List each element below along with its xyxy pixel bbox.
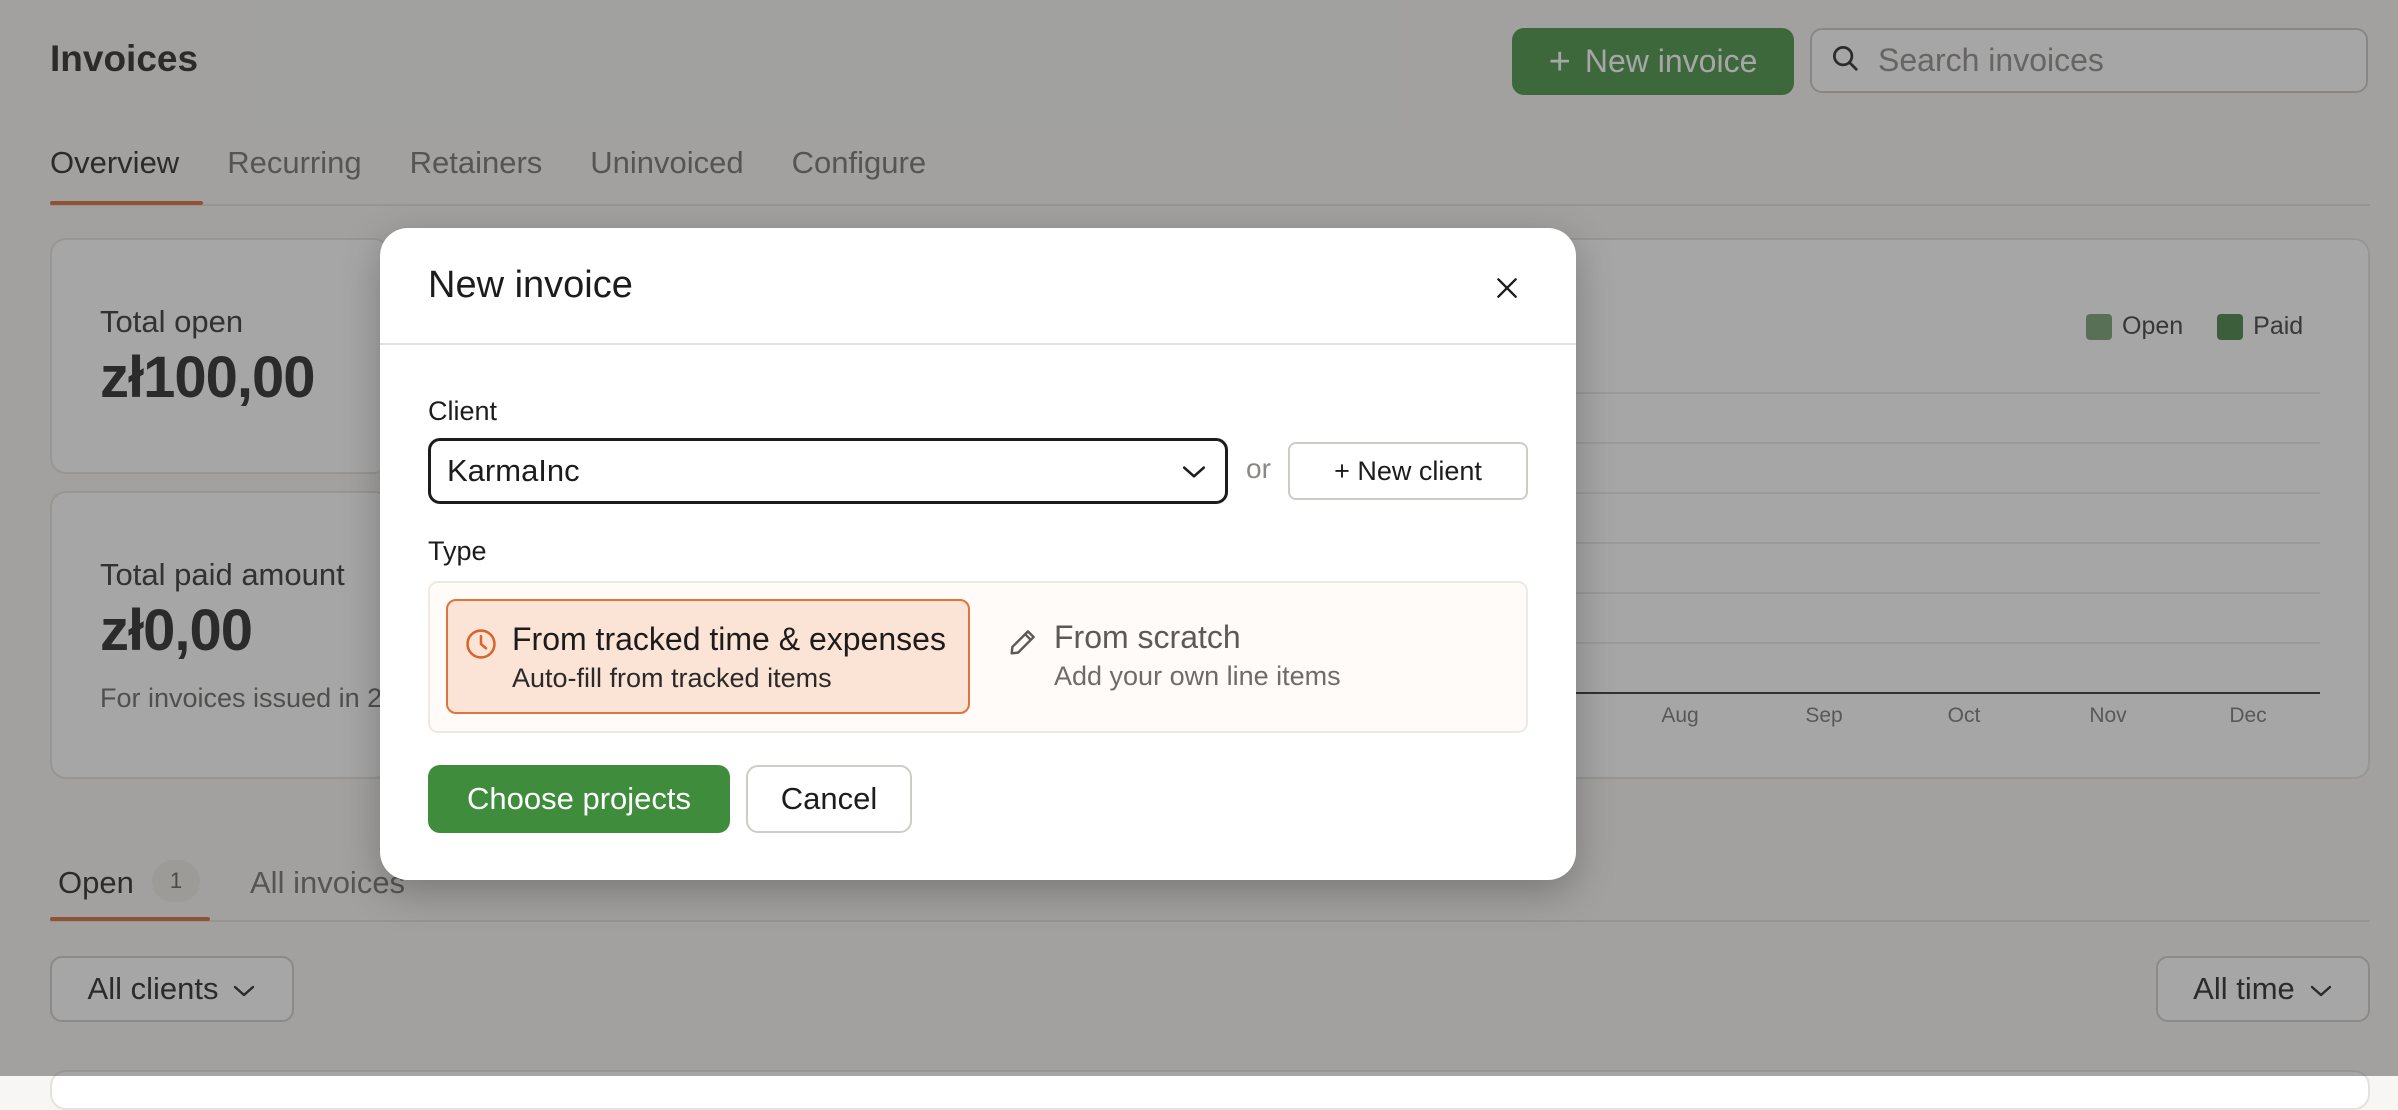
tracked-option-title: From tracked time & expenses	[512, 621, 946, 657]
type-option-scratch[interactable]: From scratch Add your own line items	[990, 599, 1510, 714]
new-client-button[interactable]: + New client	[1288, 442, 1528, 500]
client-label: Client	[428, 396, 498, 426]
pencil-icon	[1006, 625, 1040, 664]
chevron-down-icon	[1181, 453, 1207, 489]
dialog-title: New invoice	[428, 264, 633, 306]
scratch-option-subtitle: Add your own line items	[1054, 661, 1341, 691]
clock-icon	[464, 627, 498, 666]
scratch-option-title: From scratch	[1054, 619, 1241, 655]
type-option-tracked[interactable]: From tracked time & expenses Auto-fill f…	[446, 599, 970, 714]
dialog-divider	[380, 343, 1576, 345]
client-select-value: KarmaInc	[447, 453, 580, 488]
type-label: Type	[428, 536, 487, 566]
cancel-button[interactable]: Cancel	[746, 765, 912, 833]
invoice-list	[50, 1070, 2370, 1110]
choose-projects-button[interactable]: Choose projects	[428, 765, 730, 833]
or-separator: or	[1246, 453, 1271, 484]
close-icon[interactable]	[1487, 268, 1527, 308]
new-invoice-dialog: New invoice Client KarmaInc or + New cli…	[380, 228, 1576, 880]
client-select[interactable]: KarmaInc	[428, 438, 1228, 504]
tracked-option-subtitle: Auto-fill from tracked items	[512, 663, 832, 693]
